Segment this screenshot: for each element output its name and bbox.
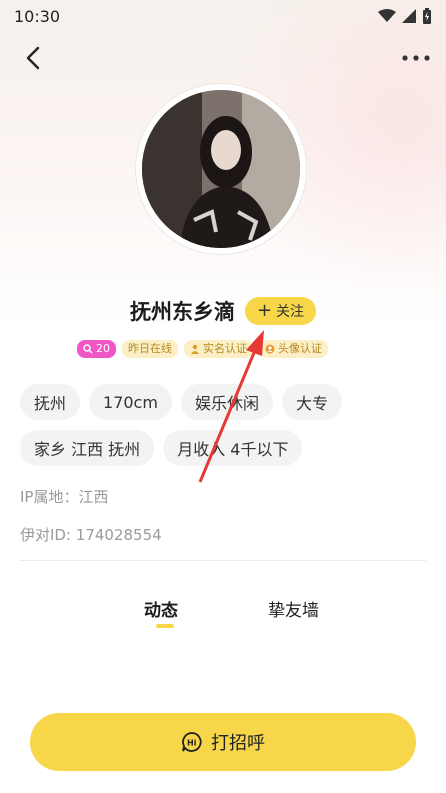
active-tab-indicator: [156, 624, 174, 628]
online-status-text: 昨日在线: [128, 342, 172, 355]
battery-icon: [423, 8, 431, 24]
search-icon: [83, 344, 93, 354]
tag-city: 抚州: [20, 384, 81, 420]
status-icons: [378, 8, 432, 24]
avatar[interactable]: [142, 90, 300, 248]
status-bar: 10:30: [0, 0, 446, 32]
avatar-verify-icon: [265, 344, 275, 354]
follow-button[interactable]: + 关注: [244, 297, 317, 325]
tab-moments[interactable]: 动态: [144, 596, 178, 621]
divider: [20, 560, 426, 561]
online-status-badge: 昨日在线: [122, 340, 178, 358]
greet-label: 打招呼: [211, 733, 265, 754]
tag-education: 大专: [281, 384, 342, 420]
back-icon[interactable]: [20, 44, 48, 72]
profile-tags: 抚州 170cm 娱乐休闲 大专 家乡 江西 抚州 月收入 4千以下: [20, 384, 430, 466]
realname-verify-text: 实名认证: [203, 342, 247, 355]
wifi-icon: [378, 9, 396, 22]
follow-label: 关注: [276, 304, 305, 320]
realname-verify-badge: 实名认证: [184, 340, 253, 358]
name-row: 抚州东乡滴 + 关注: [0, 296, 446, 326]
tag-hometown: 家乡 江西 抚州: [20, 430, 155, 466]
tag-income: 月收入 4千以下: [163, 430, 303, 466]
chat-hi-icon: Hi: [182, 732, 202, 752]
badge-row: 20 昨日在线 实名认证 头像认证: [77, 340, 328, 358]
person-icon: [191, 344, 199, 354]
plus-icon: +: [256, 300, 273, 321]
tag-height: 170cm: [89, 384, 172, 420]
tag-hobby: 娱乐休闲: [180, 384, 273, 420]
tab-friend-wall[interactable]: 挚友墙: [268, 596, 319, 621]
status-time: 10:30: [14, 6, 61, 26]
search-count-text: 20: [96, 342, 110, 355]
avatar-verify-badge: 头像认证: [259, 340, 328, 358]
svg-text:Hi: Hi: [187, 739, 197, 748]
search-count-badge: 20: [77, 340, 116, 358]
signal-icon: [402, 9, 416, 23]
ip-location: IP属地：江西: [20, 488, 109, 506]
user-id: 伊对ID: 174028554: [20, 526, 162, 544]
profile-name: 抚州东乡滴: [129, 300, 235, 324]
avatar-verify-text: 头像认证: [278, 342, 322, 355]
greet-button[interactable]: Hi 打招呼: [30, 713, 416, 771]
more-options-icon[interactable]: [400, 48, 432, 68]
avatar-frame[interactable]: [136, 84, 306, 254]
